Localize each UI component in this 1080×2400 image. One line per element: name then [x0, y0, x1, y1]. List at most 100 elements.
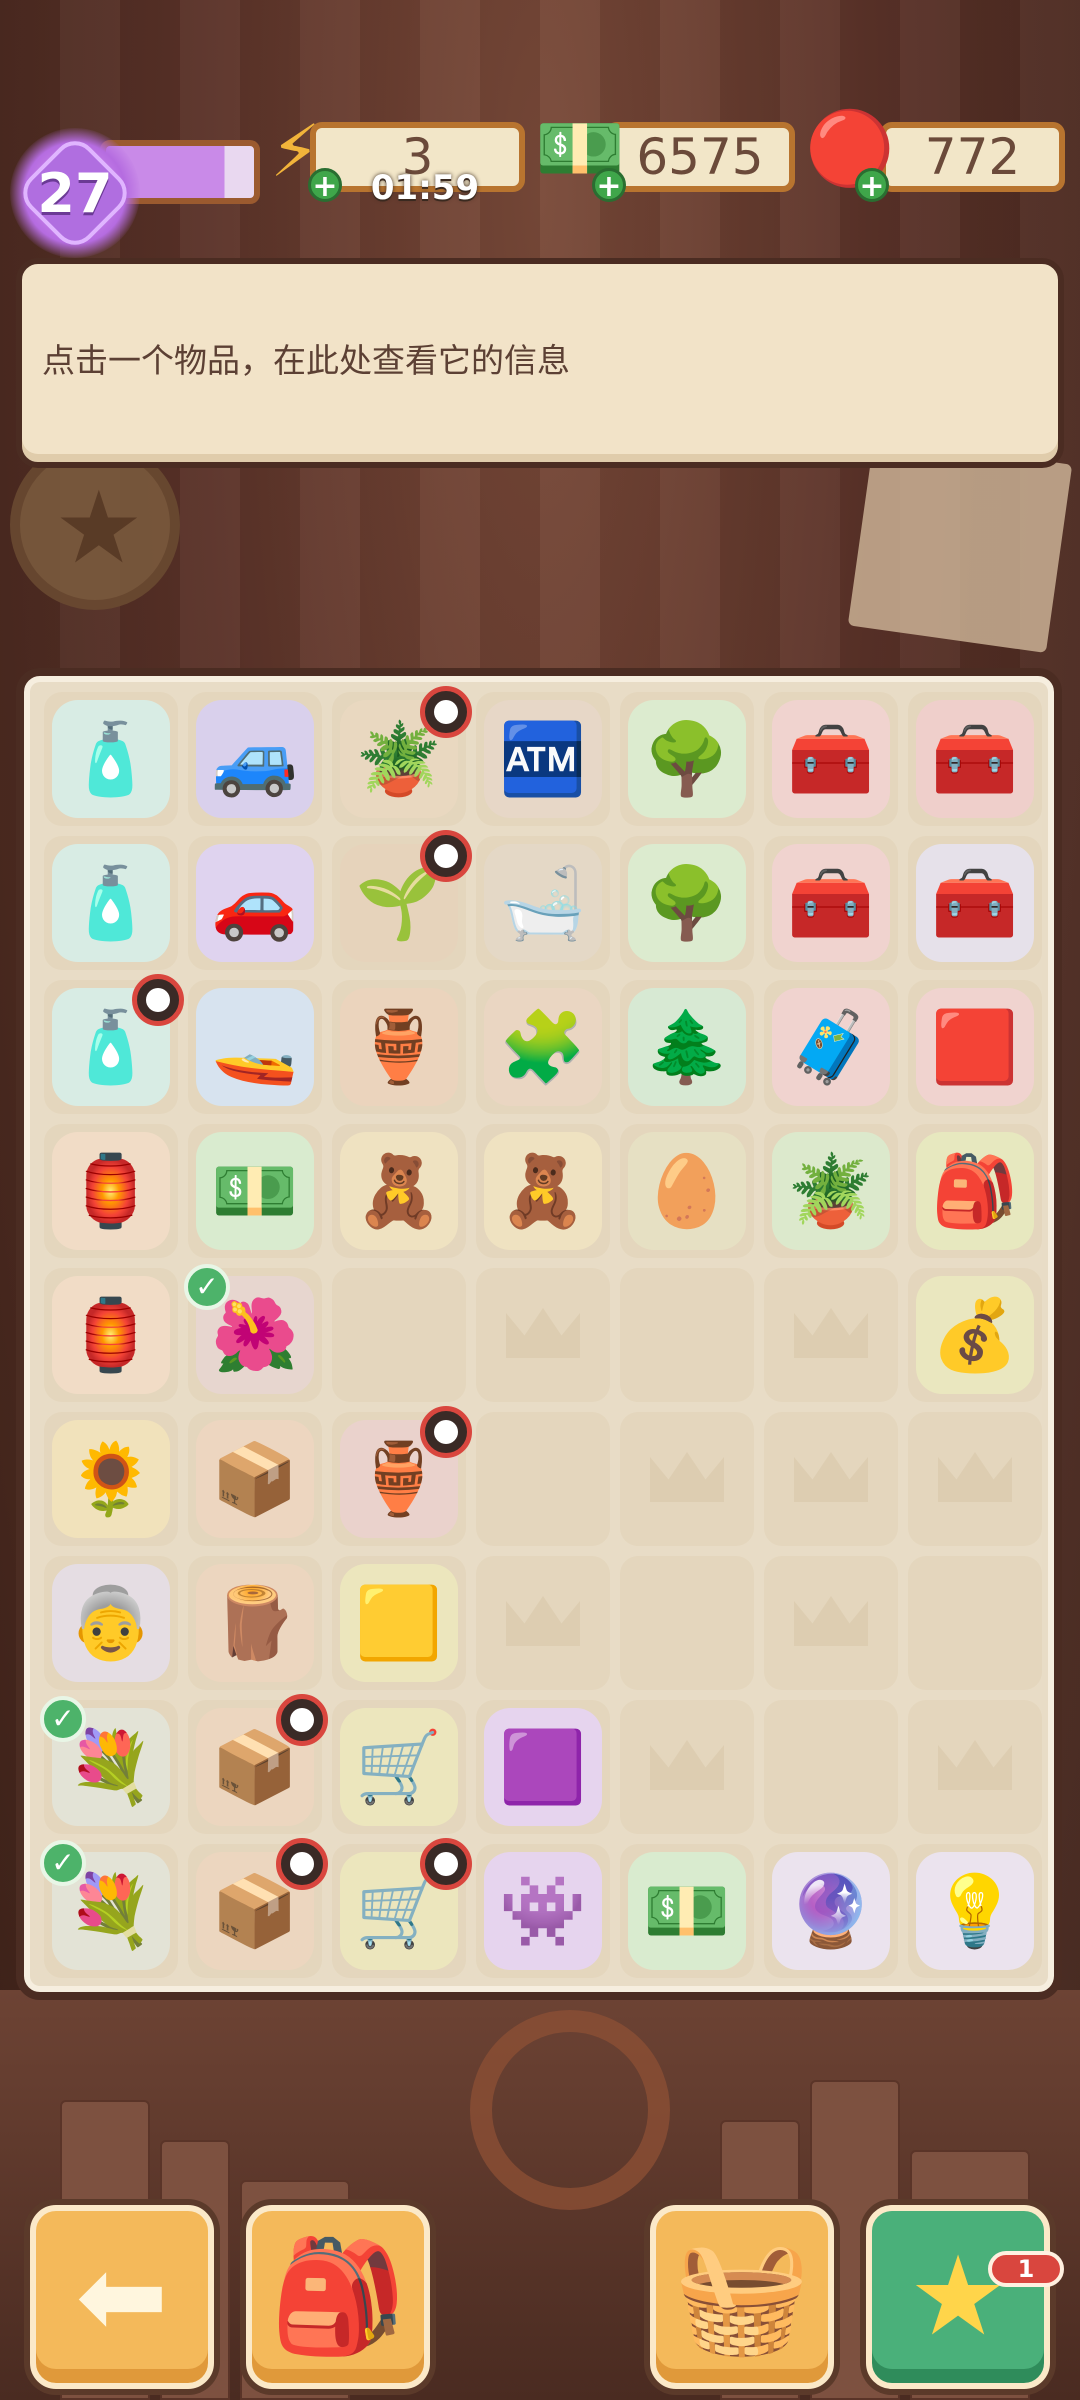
board-cell[interactable]: 🪵: [188, 1556, 322, 1690]
magnifier-decoration: [470, 2010, 670, 2210]
board-cell[interactable]: 🧴: [44, 974, 184, 1114]
board-cell[interactable]: 🧩: [476, 980, 610, 1114]
board-cell[interactable]: 🪴: [332, 686, 472, 826]
board-cell[interactable]: 🛒: [332, 1700, 466, 1834]
timer-icon: [420, 1838, 472, 1890]
cash-counter[interactable]: 6575: [605, 122, 795, 192]
empty-slot[interactable]: [908, 1556, 1042, 1690]
board-cell[interactable]: 🧰: [764, 836, 898, 970]
board-cell[interactable]: 🌺 ✓: [184, 1264, 322, 1402]
board-cell[interactable]: 🏺: [332, 980, 466, 1114]
board-cell[interactable]: 📦: [188, 1694, 328, 1834]
board-cell[interactable]: 🌱: [332, 830, 472, 970]
board-cell[interactable]: 🏮: [44, 1268, 178, 1402]
top-hud: 27 3 ⚡ + 01:59 6575 💵 + 772 🔴 +: [0, 50, 1080, 258]
board-cell[interactable]: 🧰: [908, 692, 1042, 826]
add-gems-button[interactable]: +: [855, 168, 889, 203]
level-number: 27: [37, 162, 113, 225]
empty-slot[interactable]: [908, 1700, 1042, 1834]
board-cell[interactable]: 🧸: [332, 1124, 466, 1258]
empty-slot[interactable]: [620, 1700, 754, 1834]
board-cell[interactable]: 🔮: [764, 1844, 898, 1978]
board-cell[interactable]: 🏮: [44, 1124, 178, 1258]
level-indicator[interactable]: 27: [10, 68, 260, 258]
timer-icon: [420, 1406, 472, 1458]
blossom-tree-icon: 🌳: [628, 844, 746, 962]
board-cell[interactable]: 🧸: [476, 1124, 610, 1258]
locked-slot-icon: [938, 1740, 1012, 1790]
item-info-panel: 点击一个物品，在此处查看它的信息: [16, 258, 1064, 468]
cash-bundle-icon: 💵: [628, 1852, 746, 1970]
board-cell[interactable]: 💐 ✓: [40, 1840, 178, 1978]
red-case-icon: 🧳: [772, 988, 890, 1106]
timer-icon: [276, 1694, 328, 1746]
board-cell[interactable]: 💡: [908, 1844, 1042, 1978]
board-cell[interactable]: 🌻: [44, 1412, 178, 1546]
board-cell[interactable]: 🧴: [44, 692, 178, 826]
board-cell[interactable]: 👵: [44, 1556, 178, 1690]
board-cell[interactable]: 🚤: [188, 980, 322, 1114]
board-cell[interactable]: 💵: [188, 1124, 322, 1258]
backpack-button[interactable]: 🎒: [246, 2205, 430, 2389]
empty-slot[interactable]: [764, 1700, 898, 1834]
board-cell[interactable]: 🚙: [188, 692, 322, 826]
board-cell[interactable]: 📦: [188, 1412, 322, 1546]
puzzle-piece-icon: 🧩: [484, 988, 602, 1106]
board-cell[interactable]: 🌳: [620, 692, 754, 826]
board-cell[interactable]: 🟥: [908, 980, 1042, 1114]
board-cell[interactable]: 🌲: [620, 980, 754, 1114]
board-cell[interactable]: 🪴: [764, 1124, 898, 1258]
timer-icon: [132, 974, 184, 1026]
empty-slot[interactable]: [476, 1556, 610, 1690]
back-button[interactable]: ⬅: [30, 2205, 214, 2389]
board-cell[interactable]: 🧳: [764, 980, 898, 1114]
board-cell[interactable]: 🧴: [44, 836, 178, 970]
empty-slot[interactable]: [332, 1268, 466, 1402]
cardboard-box-icon: 📦: [196, 1420, 314, 1538]
empty-slot[interactable]: [908, 1412, 1042, 1546]
empty-slot[interactable]: [764, 1412, 898, 1546]
light-bulb-orb-icon: 🔮: [772, 1852, 890, 1970]
locked-slot-icon: [794, 1596, 868, 1646]
board-cell[interactable]: 🏺: [332, 1406, 472, 1546]
board-cell[interactable]: 🟨: [332, 1556, 466, 1690]
board-cell[interactable]: 📦: [188, 1838, 328, 1978]
add-cash-button[interactable]: +: [592, 168, 626, 203]
board-cell[interactable]: 💵: [620, 1844, 754, 1978]
board-cell[interactable]: 🏧: [476, 692, 610, 826]
dragon-vase-icon: 🏮: [52, 1276, 170, 1394]
board-cell[interactable]: 🎒: [908, 1124, 1042, 1258]
empty-slot[interactable]: [476, 1412, 610, 1546]
gold-tray-icon: 🟨: [340, 1564, 458, 1682]
board-cell[interactable]: 🧰: [908, 836, 1042, 970]
add-energy-button[interactable]: +: [308, 168, 342, 203]
dragon-vase-icon: 🏮: [52, 1132, 170, 1250]
dino-egg-icon: 🥚: [628, 1132, 746, 1250]
board-cell[interactable]: 🛁: [476, 836, 610, 970]
board-cell[interactable]: 💐 ✓: [40, 1696, 178, 1834]
empty-slot[interactable]: [620, 1412, 754, 1546]
empty-slot[interactable]: [620, 1556, 754, 1690]
medical-supplies-icon: 🧴: [52, 700, 170, 818]
basket-icon: 🧺: [673, 2232, 811, 2360]
purple-car-icon: 🚗: [196, 844, 314, 962]
empty-slot[interactable]: [764, 1556, 898, 1690]
board-cell[interactable]: 🌳: [620, 836, 754, 970]
board-cell[interactable]: 🧰: [764, 692, 898, 826]
old-lady-character-icon: 👵: [52, 1564, 170, 1682]
board-cell[interactable]: 🚗: [188, 836, 322, 970]
empty-slot[interactable]: [764, 1268, 898, 1402]
gem-counter[interactable]: 772: [880, 122, 1065, 192]
star-rewards-button[interactable]: ★ 1: [866, 2205, 1064, 2389]
board-cell[interactable]: 💰: [908, 1268, 1042, 1402]
board-cell[interactable]: 🟪: [476, 1700, 610, 1834]
basket-button[interactable]: 🧺: [650, 2205, 834, 2389]
cash-pile-icon: 💵: [196, 1132, 314, 1250]
vending-booth-icon: 🏧: [484, 700, 602, 818]
empty-slot[interactable]: [476, 1268, 610, 1402]
board-cell[interactable]: 🛒: [332, 1838, 472, 1978]
board-cell[interactable]: 🥚: [620, 1124, 754, 1258]
empty-slot[interactable]: [620, 1268, 754, 1402]
locked-slot-icon: [938, 1452, 1012, 1502]
board-cell[interactable]: 👾: [476, 1844, 610, 1978]
